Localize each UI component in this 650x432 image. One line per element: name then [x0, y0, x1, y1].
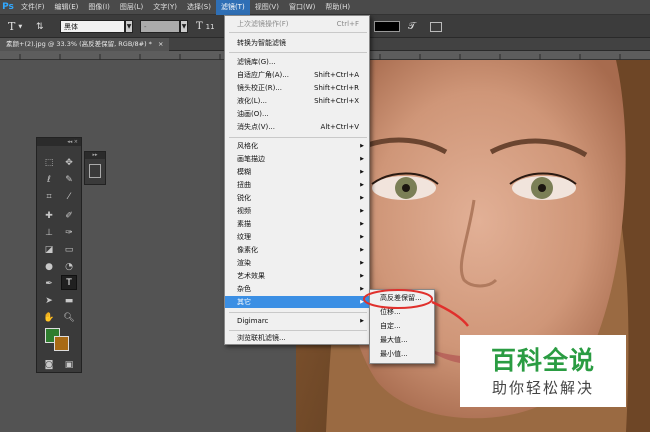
watermark-logo: 百科全说 助你轻松解决	[460, 335, 626, 407]
watermark-title: 百科全说	[490, 346, 595, 375]
highlight-circle	[363, 289, 433, 309]
watermark-subtitle: 助你轻松解决	[491, 379, 594, 397]
annotation-arrow-line	[431, 300, 469, 327]
